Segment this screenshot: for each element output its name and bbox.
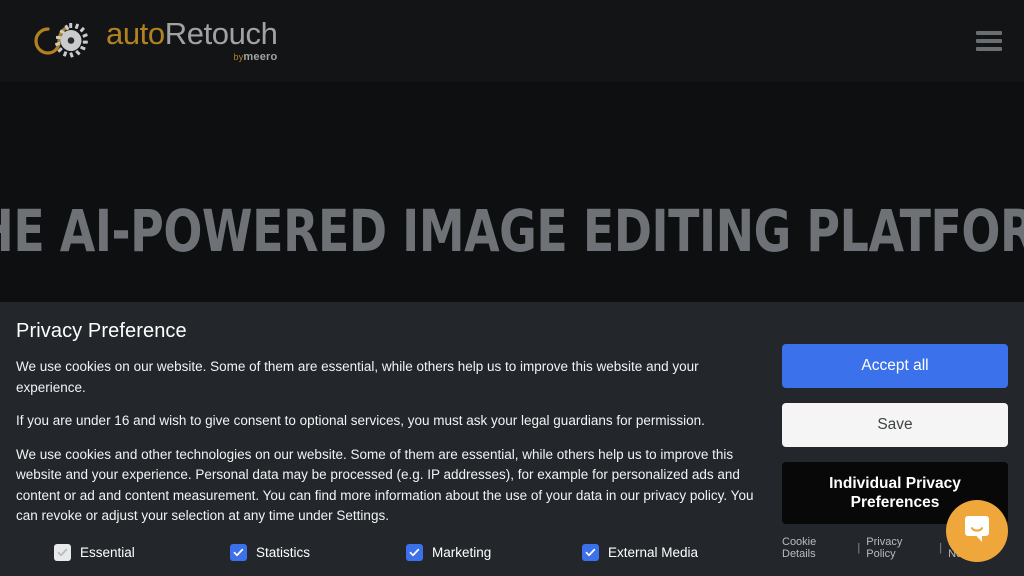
brand-by-label: by: [233, 51, 244, 62]
check-icon: [585, 548, 596, 556]
hamburger-bar: [976, 31, 1002, 35]
cookie-details-link[interactable]: Cookie Details: [782, 536, 851, 560]
accept-all-button[interactable]: Accept all: [782, 344, 1008, 388]
checkbox-marketing[interactable]: [406, 543, 423, 561]
brand-wordmark: autoRetouch bymeero: [106, 15, 278, 65]
consent-option-statistics[interactable]: Statistics: [230, 543, 406, 561]
hamburger-bar: [976, 47, 1002, 51]
consent-label-statistics: Statistics: [256, 544, 311, 560]
consent-label-essential: Essential: [80, 544, 135, 560]
consent-option-external-media[interactable]: External Media: [582, 543, 758, 561]
page-title: The AI-powered image editing platform: [0, 197, 1024, 265]
check-icon: [57, 548, 68, 556]
link-separator: |: [857, 542, 861, 554]
consent-option-marketing[interactable]: Marketing: [406, 543, 582, 561]
aperture-gear-logo-icon: [18, 17, 96, 65]
privacy-banner-title: Privacy Preference: [16, 320, 187, 342]
checkbox-statistics[interactable]: [230, 543, 247, 561]
brand-word-retouch: Retouch: [164, 15, 278, 51]
checkbox-external-media[interactable]: [582, 543, 599, 561]
hamburger-menu-icon[interactable]: [976, 31, 1002, 51]
privacy-policy-link[interactable]: Privacy Policy: [866, 536, 933, 560]
consent-label-marketing: Marketing: [432, 544, 492, 560]
check-icon: [233, 548, 244, 556]
brand-word-auto: auto: [106, 15, 165, 51]
check-icon: [409, 548, 420, 556]
privacy-paragraph: We use cookies and other technologies on…: [16, 446, 754, 524]
privacy-paragraph: If you are under 16 and wish to give con…: [16, 413, 705, 428]
chat-bubble-smile-icon: [960, 512, 994, 551]
brand-meero-label: meero: [243, 50, 278, 63]
privacy-preference-banner: Privacy Preference We use cookies on our…: [0, 302, 1024, 576]
privacy-paragraph: We use cookies on our website. Some of t…: [16, 359, 699, 395]
consent-options-row: Essential Statistics Marketing External …: [16, 543, 758, 561]
save-button[interactable]: Save: [782, 403, 1008, 447]
chat-launcher-button[interactable]: [946, 500, 1008, 562]
link-separator: |: [939, 542, 943, 554]
consent-option-essential[interactable]: Essential: [54, 543, 230, 561]
brand-logo[interactable]: autoRetouch bymeero: [18, 15, 278, 65]
checkbox-essential[interactable]: [54, 543, 71, 561]
hamburger-bar: [976, 39, 1002, 43]
consent-label-external-media: External Media: [608, 544, 699, 560]
site-header: autoRetouch bymeero: [0, 0, 1024, 82]
hero-section: The AI-powered image editing platform: [0, 82, 1024, 302]
privacy-banner-content: Privacy Preference We use cookies on our…: [16, 320, 758, 576]
